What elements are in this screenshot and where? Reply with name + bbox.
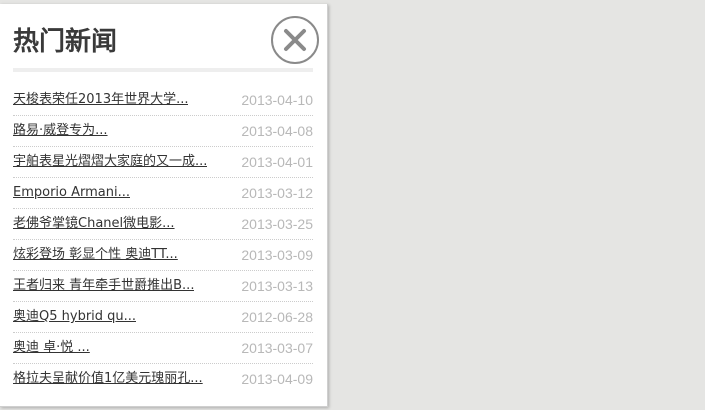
news-item: Emporio Armani... 2013-03-12 — [13, 178, 313, 209]
news-date: 2013-03-25 — [241, 216, 313, 232]
news-item: 路易·威登专为... 2013-04-08 — [13, 116, 313, 147]
news-item: 奥迪 卓·悦 ... 2013-03-07 — [13, 333, 313, 364]
news-item: 王者归来 青年牵手世爵推出B... 2013-03-13 — [13, 271, 313, 302]
news-link[interactable]: 宇舶表星光熠熠大家庭的又一成... — [13, 147, 207, 177]
title-divider — [13, 68, 313, 72]
news-link[interactable]: 路易·威登专为... — [13, 116, 108, 146]
news-item: 天梭表荣任2013年世界大学... 2013-04-10 — [13, 85, 313, 116]
news-link[interactable]: 王者归来 青年牵手世爵推出B... — [13, 271, 194, 301]
panel-title: 热门新闻 — [13, 27, 118, 57]
news-date: 2013-04-10 — [241, 92, 313, 108]
news-date: 2013-04-08 — [241, 123, 313, 139]
news-link[interactable]: Emporio Armani... — [13, 178, 130, 208]
news-link[interactable]: 格拉夫呈献价值1亿美元瑰丽孔... — [13, 364, 203, 394]
news-link[interactable]: 老佛爷掌镜Chanel微电影... — [13, 209, 175, 239]
news-date: 2013-03-13 — [241, 278, 313, 294]
hot-news-panel: 热门新闻 天梭表荣任2013年世界大学... 2013-04-10 路易·威登专… — [0, 4, 328, 407]
news-item: 奥迪Q5 hybrid qu... 2012-06-28 — [13, 302, 313, 333]
news-date: 2012-06-28 — [241, 309, 313, 325]
news-item: 老佛爷掌镜Chanel微电影... 2013-03-25 — [13, 209, 313, 240]
close-x-icon — [284, 29, 306, 51]
news-link[interactable]: 奥迪 卓·悦 ... — [13, 333, 90, 363]
news-item: 格拉夫呈献价值1亿美元瑰丽孔... 2013-04-09 — [13, 364, 313, 394]
news-list: 天梭表荣任2013年世界大学... 2013-04-10 路易·威登专为... … — [13, 85, 313, 394]
news-date: 2013-03-12 — [241, 185, 313, 201]
news-date: 2013-03-07 — [241, 340, 313, 356]
news-link[interactable]: 奥迪Q5 hybrid qu... — [13, 302, 136, 332]
news-item: 炫彩登场 彰显个性 奥迪TT... 2013-03-09 — [13, 240, 313, 271]
news-link[interactable]: 天梭表荣任2013年世界大学... — [13, 85, 188, 115]
news-date: 2013-04-09 — [241, 371, 313, 387]
news-date: 2013-03-09 — [241, 247, 313, 263]
news-item: 宇舶表星光熠熠大家庭的又一成... 2013-04-01 — [13, 147, 313, 178]
close-button[interactable] — [271, 16, 319, 64]
news-date: 2013-04-01 — [241, 154, 313, 170]
news-link[interactable]: 炫彩登场 彰显个性 奥迪TT... — [13, 240, 178, 270]
